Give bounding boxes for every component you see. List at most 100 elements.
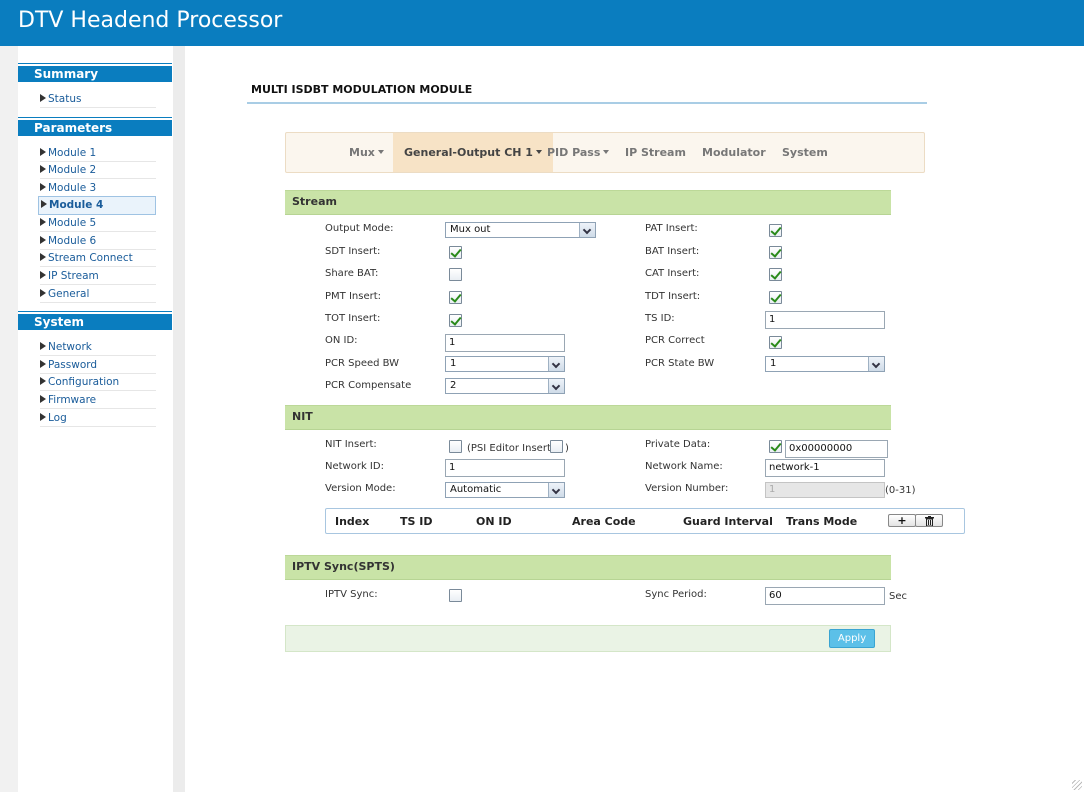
dropdown-arrow-icon <box>579 223 595 237</box>
arrow-right-icon <box>40 377 46 385</box>
tab-system[interactable]: System <box>782 133 828 172</box>
caret-down-icon <box>377 150 384 154</box>
share-bat-checkbox[interactable] <box>449 268 462 281</box>
tab-general-output-ch1[interactable]: General-Output CH 1 <box>393 133 553 172</box>
sidebar-section-system: System <box>18 311 172 330</box>
private-data-label: Private Data: <box>645 439 711 450</box>
pcr-speed-label: PCR Speed BW <box>325 358 400 369</box>
sidebar-item-general[interactable]: General <box>40 286 156 303</box>
sidebar-item-label: Module 4 <box>49 199 104 211</box>
arrow-right-icon <box>40 413 46 421</box>
sidebar-item-label: General <box>48 288 90 300</box>
sidebar-item-label: Module 2 <box>48 164 97 176</box>
sidebar-item-module-6[interactable]: Module 6 <box>40 233 156 250</box>
sidebar-item-module-1[interactable]: Module 1 <box>40 145 156 162</box>
tab-label: Modulator <box>702 146 766 159</box>
sidebar-item-stream-connect[interactable]: Stream Connect <box>40 250 156 267</box>
tot-insert-label: TOT Insert: <box>325 313 381 324</box>
tot-insert-checkbox[interactable] <box>449 314 462 327</box>
app-title: DTV Headend Processor <box>18 8 283 33</box>
caret-down-icon <box>535 150 542 154</box>
tdt-insert-checkbox[interactable] <box>769 291 782 304</box>
page-title: MULTI ISDBT MODULATION MODULE <box>251 83 473 96</box>
network-name-label: Network Name: <box>645 461 723 472</box>
sidebar-section-summary: Summary <box>18 63 172 82</box>
arrow-right-icon <box>40 94 46 102</box>
sidebar-item-label: Network <box>48 341 92 353</box>
tab-label: PID Pass <box>547 146 601 159</box>
col-guard-interval: Guard Interval <box>683 515 773 528</box>
section-header-nit: NIT <box>285 405 891 430</box>
sidebar-item-ip-stream[interactable]: IP Stream <box>40 268 156 285</box>
cat-insert-checkbox[interactable] <box>769 268 782 281</box>
pcr-correct-label: PCR Correct <box>645 335 705 346</box>
sidebar-item-log[interactable]: Log <box>40 410 156 427</box>
output-mode-select[interactable]: Mux out <box>445 222 596 238</box>
output-mode-value: Mux out <box>450 224 491 235</box>
on-id-input[interactable]: 1 <box>445 334 565 352</box>
sidebar-item-firmware[interactable]: Firmware <box>40 392 156 409</box>
on-id-label: ON ID: <box>325 335 358 346</box>
sidebar-item-status[interactable]: Status <box>40 91 156 108</box>
pcr-comp-select[interactable]: 2 <box>445 378 565 394</box>
output-mode-label: Output Mode: <box>325 223 394 234</box>
sync-period-input[interactable]: 60 <box>765 587 885 605</box>
sidebar-item-module-4[interactable]: Module 4 <box>38 196 156 215</box>
psi-editor-label: (PSI Editor Insert <box>467 443 551 454</box>
version-mode-label: Version Mode: <box>325 483 396 494</box>
pmt-insert-label: PMT Insert: <box>325 291 381 302</box>
tab-ip-stream[interactable]: IP Stream <box>625 133 686 172</box>
apply-button[interactable]: Apply <box>829 629 875 648</box>
sidebar-item-password[interactable]: Password <box>40 357 156 374</box>
main-content: MULTI ISDBT MODULATION MODULE Mux Genera… <box>185 46 1084 792</box>
sidebar-item-module-5[interactable]: Module 5 <box>40 215 156 232</box>
bat-insert-checkbox[interactable] <box>769 246 782 259</box>
psi-editor-close: ) <box>565 443 569 454</box>
pcr-comp-label: PCR Compensate <box>325 380 412 391</box>
sync-period-unit: Sec <box>889 591 907 602</box>
private-data-input[interactable]: 0x00000000 <box>785 440 888 458</box>
tab-label: System <box>782 146 828 159</box>
pat-insert-checkbox[interactable] <box>769 224 782 237</box>
arrow-right-icon <box>40 183 46 191</box>
sdt-insert-label: SDT Insert: <box>325 246 381 257</box>
sidebar-item-network[interactable]: Network <box>40 339 156 356</box>
version-mode-select[interactable]: Automatic <box>445 482 565 498</box>
sync-period-label: Sync Period: <box>645 589 707 600</box>
psi-editor-checkbox[interactable] <box>550 440 563 453</box>
pmt-insert-checkbox[interactable] <box>449 291 462 304</box>
tab-label: IP Stream <box>625 146 686 159</box>
sidebar-item-module-2[interactable]: Module 2 <box>40 162 156 179</box>
cat-insert-label: CAT Insert: <box>645 268 700 279</box>
pcr-state-value: 1 <box>770 358 777 369</box>
arrow-right-icon <box>40 342 46 350</box>
network-name-input[interactable]: network-1 <box>765 459 885 477</box>
pcr-speed-select[interactable]: 1 <box>445 356 565 372</box>
arrow-right-icon <box>40 218 46 226</box>
pcr-correct-checkbox[interactable] <box>769 336 782 349</box>
add-row-button[interactable]: + <box>888 514 916 527</box>
iptv-sync-checkbox[interactable] <box>449 589 462 602</box>
col-area-code: Area Code <box>572 515 636 528</box>
sidebar-item-label: Module 1 <box>48 147 97 159</box>
delete-row-button[interactable] <box>915 514 943 527</box>
sidebar-item-module-3[interactable]: Module 3 <box>40 180 156 197</box>
tab-pid-pass[interactable]: PID Pass <box>547 133 610 172</box>
arrow-right-icon <box>40 148 46 156</box>
network-id-input[interactable]: 1 <box>445 459 565 477</box>
tab-modulator[interactable]: Modulator <box>702 133 766 172</box>
nit-insert-checkbox[interactable] <box>449 440 462 453</box>
ts-id-input[interactable]: 1 <box>765 311 885 329</box>
version-number-input[interactable]: 1 <box>765 482 885 498</box>
col-trans-mode: Trans Mode <box>786 515 858 528</box>
private-data-checkbox[interactable] <box>769 440 782 453</box>
arrow-right-icon <box>40 271 46 279</box>
sdt-insert-checkbox[interactable] <box>449 246 462 259</box>
pcr-state-select[interactable]: 1 <box>765 356 885 372</box>
resize-grip-icon[interactable] <box>1072 780 1082 790</box>
tab-mux[interactable]: Mux <box>349 133 384 172</box>
sidebar-item-label: Log <box>48 412 67 424</box>
version-mode-value: Automatic <box>450 484 502 495</box>
pat-insert-label: PAT Insert: <box>645 223 698 234</box>
sidebar-item-configuration[interactable]: Configuration <box>40 374 156 391</box>
